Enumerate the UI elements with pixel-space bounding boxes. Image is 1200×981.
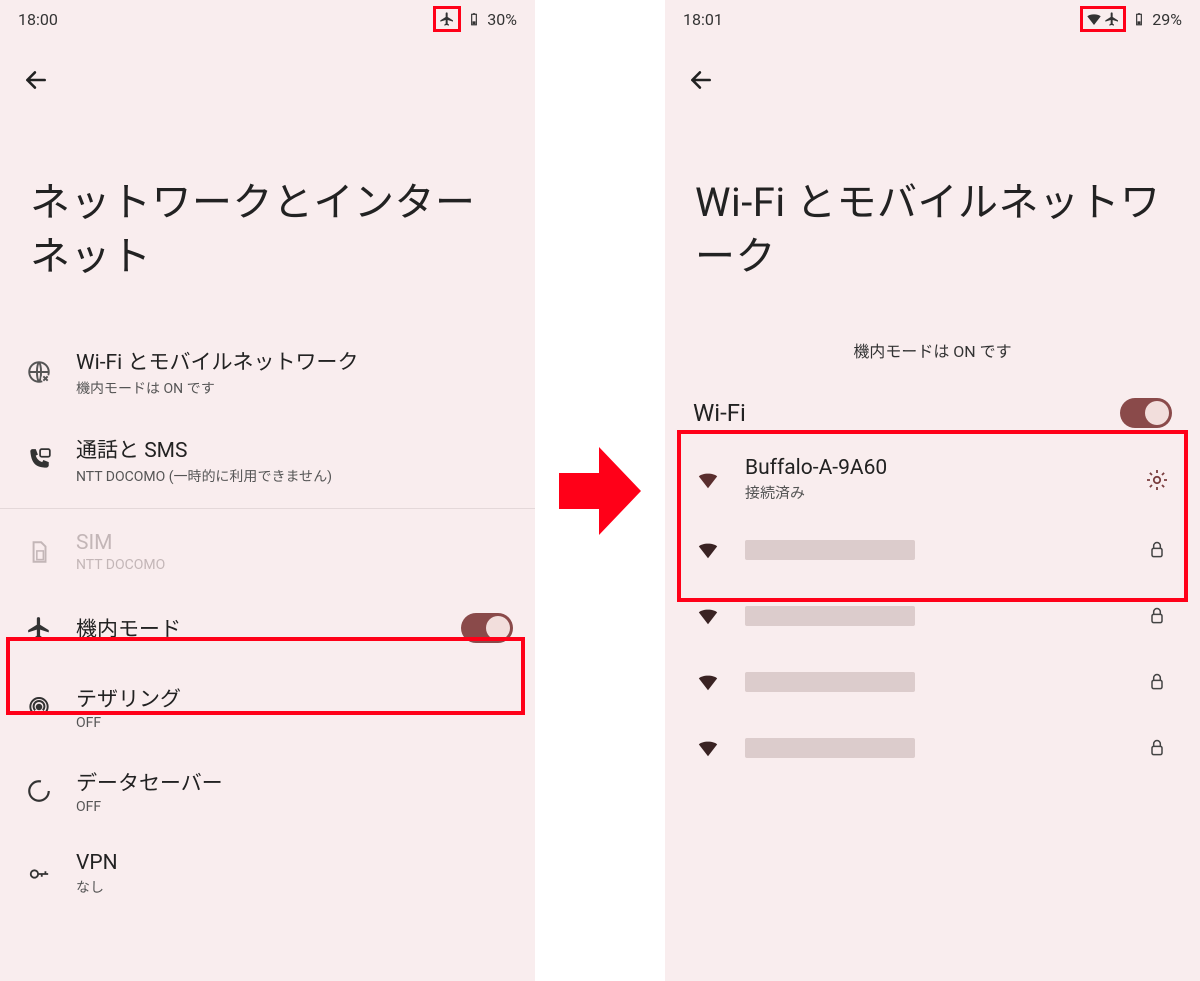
wifi-icon bbox=[693, 737, 723, 759]
network-ssid: Buffalo-A-9A60 bbox=[745, 456, 1120, 480]
sim-icon bbox=[22, 539, 56, 565]
battery-icon bbox=[465, 10, 483, 28]
row-title: 機内モード bbox=[76, 613, 441, 643]
wifi-icon bbox=[1085, 10, 1103, 28]
row-sub: NTT DOCOMO (一時的に利用できません) bbox=[76, 466, 513, 486]
available-network-row[interactable] bbox=[665, 649, 1200, 715]
airplane-on-note: 機内モードは ON です bbox=[665, 328, 1200, 384]
row-sub: なし bbox=[76, 877, 513, 897]
divider bbox=[0, 508, 535, 509]
row-sim: SIM NTT DOCOMO bbox=[0, 513, 535, 591]
airplane-icon bbox=[22, 615, 56, 641]
row-vpn[interactable]: VPN なし bbox=[0, 833, 535, 915]
status-battery-left: 30% bbox=[487, 10, 517, 29]
wifi-icon bbox=[693, 671, 723, 693]
back-button[interactable] bbox=[687, 66, 715, 94]
page-title: Wi-Fi とモバイルネットワーク bbox=[665, 94, 1200, 328]
wifi-label: Wi-Fi bbox=[693, 399, 746, 427]
row-calls-sms[interactable]: 通話と SMS NTT DOCOMO (一時的に利用できません) bbox=[0, 416, 535, 504]
row-sub: OFF bbox=[76, 715, 513, 731]
phone-chat-icon bbox=[22, 447, 56, 473]
row-sub: OFF bbox=[76, 799, 513, 815]
redacted-ssid bbox=[745, 540, 915, 560]
row-title: SIM bbox=[76, 531, 513, 555]
row-data-saver[interactable]: データセーバー OFF bbox=[0, 749, 535, 833]
row-title: VPN bbox=[76, 851, 513, 875]
redacted-ssid bbox=[745, 738, 915, 758]
connected-network-row[interactable]: Buffalo-A-9A60 接続済み bbox=[665, 442, 1200, 517]
hotspot-icon bbox=[22, 694, 56, 720]
arrow-right-icon bbox=[559, 439, 641, 543]
row-title: テザリング bbox=[76, 683, 513, 713]
available-network-row[interactable] bbox=[665, 715, 1200, 781]
network-settings-gear[interactable] bbox=[1142, 468, 1172, 492]
wifi-full-icon bbox=[693, 469, 723, 491]
row-sub: NTT DOCOMO bbox=[76, 557, 513, 573]
battery-icon bbox=[1130, 10, 1148, 28]
available-network-row[interactable] bbox=[665, 517, 1200, 583]
row-title: Wi-Fi とモバイルネットワーク bbox=[76, 346, 513, 376]
back-button[interactable] bbox=[22, 66, 50, 94]
row-title: 通話と SMS bbox=[76, 434, 513, 464]
annot-status-airplane-left bbox=[433, 6, 461, 32]
status-battery-right: 29% bbox=[1152, 10, 1182, 29]
row-airplane-mode[interactable]: 機内モード bbox=[0, 591, 535, 665]
redacted-ssid bbox=[745, 606, 915, 626]
page-title: ネットワークとインターネット bbox=[0, 94, 535, 328]
lock-icon bbox=[1142, 672, 1172, 692]
wifi-toggle-row[interactable]: Wi-Fi bbox=[665, 384, 1200, 442]
lock-icon bbox=[1142, 738, 1172, 758]
vpn-key-icon bbox=[22, 863, 56, 885]
status-time-right: 18:01 bbox=[683, 10, 723, 29]
status-time-left: 18:00 bbox=[18, 10, 58, 29]
globe-icon bbox=[22, 359, 56, 385]
wifi-toggle[interactable] bbox=[1120, 398, 1172, 428]
available-network-row[interactable] bbox=[665, 583, 1200, 649]
airplane-icon bbox=[438, 10, 456, 28]
lock-icon bbox=[1142, 540, 1172, 560]
row-wifi-mobile[interactable]: Wi-Fi とモバイルネットワーク 機内モードは ON です bbox=[0, 328, 535, 416]
row-title: データセーバー bbox=[76, 767, 513, 797]
annot-status-wifi-airplane bbox=[1080, 6, 1126, 32]
row-sub: 機内モードは ON です bbox=[76, 378, 513, 398]
airplane-icon bbox=[1103, 10, 1121, 28]
wifi-icon bbox=[693, 605, 723, 627]
wifi-icon bbox=[693, 539, 723, 561]
lock-icon bbox=[1142, 606, 1172, 626]
redacted-ssid bbox=[745, 672, 915, 692]
airplane-toggle[interactable] bbox=[461, 613, 513, 643]
data-saver-icon bbox=[22, 778, 56, 804]
row-tethering[interactable]: テザリング OFF bbox=[0, 665, 535, 749]
network-status: 接続済み bbox=[745, 482, 1120, 503]
